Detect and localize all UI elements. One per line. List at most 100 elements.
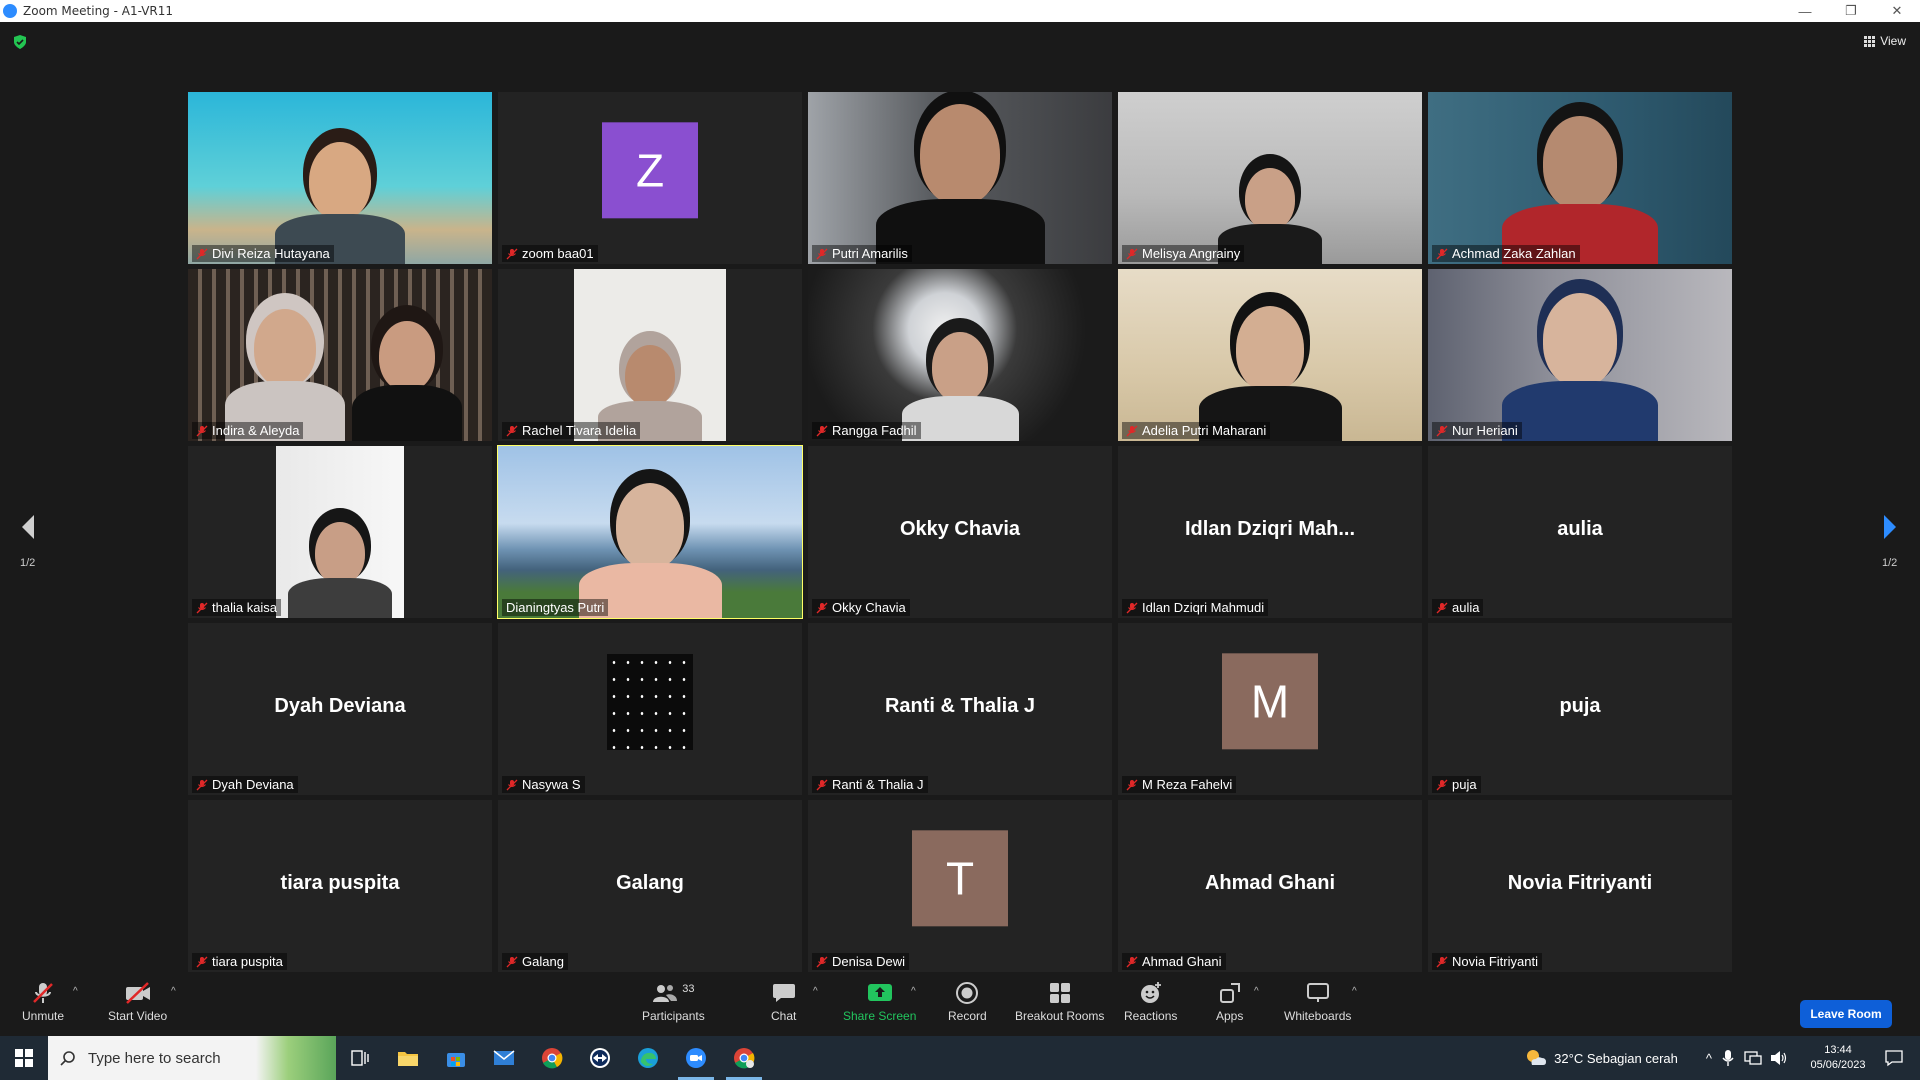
muted-mic-icon bbox=[506, 425, 518, 437]
previous-page-arrow-icon[interactable] bbox=[18, 512, 38, 542]
participant-tile[interactable]: tiara puspita tiara puspita bbox=[188, 800, 492, 972]
whiteboards-options-caret-icon[interactable]: ^ bbox=[1352, 986, 1357, 997]
participant-name: Dyah Deviana bbox=[212, 777, 294, 792]
participant-tile[interactable]: Novia Fitriyanti Novia Fitriyanti bbox=[1428, 800, 1732, 972]
muted-mic-icon bbox=[816, 248, 828, 260]
search-icon bbox=[60, 1051, 75, 1066]
participant-tile[interactable]: Indira & Aleyda bbox=[188, 269, 492, 441]
network-icon[interactable] bbox=[1744, 1050, 1762, 1066]
windows-start-icon[interactable] bbox=[0, 1036, 48, 1080]
participant-tile[interactable]: Galang Galang bbox=[498, 800, 802, 972]
edge-icon[interactable] bbox=[624, 1036, 672, 1080]
participant-name: tiara puspita bbox=[212, 954, 283, 969]
security-shield-icon[interactable] bbox=[12, 34, 28, 50]
participant-name: Okky Chavia bbox=[832, 600, 906, 615]
participant-name: Nur Heriani bbox=[1452, 423, 1518, 438]
task-view-icon[interactable] bbox=[336, 1036, 384, 1080]
leave-room-button[interactable]: Leave Room bbox=[1800, 1000, 1892, 1028]
participant-tile[interactable]: Adelia Putri Maharani bbox=[1118, 269, 1422, 441]
microsoft-store-icon[interactable] bbox=[432, 1036, 480, 1080]
participant-name: Nasywa S bbox=[522, 777, 581, 792]
apps-options-caret-icon[interactable]: ^ bbox=[1254, 986, 1259, 997]
record-button[interactable]: Record bbox=[948, 980, 987, 1023]
participant-tile[interactable]: Rachel Tivara Idelia bbox=[498, 269, 802, 441]
video-options-caret-icon[interactable]: ^ bbox=[171, 986, 176, 997]
windows-taskbar: Type here to search 32°C Sebagian cerah … bbox=[0, 1036, 1920, 1080]
chrome-icon[interactable] bbox=[528, 1036, 576, 1080]
participant-tile[interactable]: Idlan Dziqri Mah... Idlan Dziqri Mahmudi bbox=[1118, 446, 1422, 618]
video-feed bbox=[1118, 269, 1422, 441]
participant-tile[interactable]: puja puja bbox=[1428, 623, 1732, 795]
participant-nameplate: Ranti & Thalia J bbox=[812, 776, 928, 793]
show-hidden-icons-chevron-icon[interactable]: ^ bbox=[1706, 1051, 1712, 1066]
participant-tile[interactable]: thalia kaisa bbox=[188, 446, 492, 618]
avatar: M bbox=[1222, 653, 1318, 750]
audio-options-caret-icon[interactable]: ^ bbox=[73, 986, 78, 997]
mail-icon[interactable] bbox=[480, 1036, 528, 1080]
participant-tile[interactable]: Rangga Fadhil bbox=[808, 269, 1112, 441]
zoom-taskbar-icon[interactable] bbox=[672, 1036, 720, 1080]
taskbar-clock[interactable]: 13:44 05/06/2023 bbox=[1802, 1043, 1874, 1073]
video-feed bbox=[498, 446, 802, 618]
teamviewer-icon[interactable] bbox=[576, 1036, 624, 1080]
participant-nameplate: Dianingtyas Putri bbox=[502, 599, 609, 616]
page-indicator-right: 1/2 bbox=[1882, 557, 1898, 569]
weather-text[interactable]: 32°C Sebagian cerah bbox=[1554, 1051, 1678, 1066]
participant-display-name: Okky Chavia bbox=[899, 518, 1021, 541]
window-title: Zoom Meeting - A1-VR11 bbox=[23, 4, 174, 18]
apps-button[interactable]: Apps bbox=[1216, 980, 1243, 1023]
unmute-button[interactable]: Unmute bbox=[22, 980, 64, 1023]
participant-nameplate: Indira & Aleyda bbox=[192, 422, 304, 439]
muted-mic-icon bbox=[196, 602, 208, 614]
minimize-button[interactable]: — bbox=[1782, 0, 1828, 22]
participant-tile[interactable]: M M Reza Fahelvi bbox=[1118, 623, 1422, 795]
participant-tile[interactable]: Okky Chavia Okky Chavia bbox=[808, 446, 1112, 618]
participants-count: 33 bbox=[682, 983, 695, 995]
volume-icon[interactable] bbox=[1770, 1050, 1788, 1066]
file-explorer-icon[interactable] bbox=[384, 1036, 432, 1080]
share-screen-button[interactable]: Share Screen bbox=[843, 980, 916, 1023]
notifications-icon[interactable] bbox=[1884, 1049, 1904, 1067]
close-button[interactable]: ✕ bbox=[1874, 0, 1920, 22]
clock-date: 05/06/2023 bbox=[1810, 1059, 1866, 1071]
participant-tile[interactable]: Ahmad Ghani Ahmad Ghani bbox=[1118, 800, 1422, 972]
whiteboards-button[interactable]: Whiteboards bbox=[1284, 980, 1351, 1023]
participant-tile[interactable]: Zzoom baa01 bbox=[498, 92, 802, 264]
participant-grid: Divi Reiza Hutayana Zzoom baa01 Putri Amar… bbox=[188, 92, 1733, 977]
participant-tile[interactable]: Nur Heriani bbox=[1428, 269, 1732, 441]
participant-tile[interactable]: T Denisa Dewi bbox=[808, 800, 1112, 972]
participant-tile[interactable]: Melisya Angrainy bbox=[1118, 92, 1422, 264]
microphone-tray-icon[interactable] bbox=[1722, 1049, 1734, 1067]
muted-mic-icon bbox=[506, 248, 518, 260]
chat-button[interactable]: Chat bbox=[771, 980, 796, 1023]
chrome-profile-taskbar-icon[interactable] bbox=[720, 1036, 768, 1080]
clock-time: 13:44 bbox=[1824, 1044, 1852, 1056]
participant-tile[interactable]: Putri Amarilis bbox=[808, 92, 1112, 264]
start-video-button[interactable]: Start Video bbox=[108, 980, 167, 1023]
taskbar-search-box[interactable]: Type here to search bbox=[48, 1036, 336, 1080]
breakout-rooms-button[interactable]: Breakout Rooms bbox=[1015, 980, 1104, 1023]
next-page-arrow-icon[interactable] bbox=[1880, 512, 1900, 542]
participant-tile[interactable]: Dianingtyas Putri bbox=[497, 445, 803, 619]
participants-button[interactable]: 33 Participants bbox=[642, 980, 705, 1023]
participant-tile[interactable]: Achmad Zaka Zahlan bbox=[1428, 92, 1732, 264]
share-options-caret-icon[interactable]: ^ bbox=[911, 986, 916, 997]
participant-name: Idlan Dziqri Mahmudi bbox=[1142, 600, 1265, 615]
participant-tile[interactable]: aulia aulia bbox=[1428, 446, 1732, 618]
participant-tile[interactable]: Dyah Deviana Dyah Deviana bbox=[188, 623, 492, 795]
weather-icon[interactable] bbox=[1524, 1047, 1548, 1069]
muted-mic-icon bbox=[1126, 956, 1138, 968]
share-screen-icon bbox=[867, 984, 892, 1001]
participant-name: Novia Fitriyanti bbox=[1452, 954, 1538, 969]
participant-tile[interactable]: Divi Reiza Hutayana bbox=[188, 92, 492, 264]
smiley-plus-icon bbox=[1140, 982, 1161, 1003]
participant-display-name: aulia bbox=[1557, 518, 1603, 541]
view-button[interactable]: View bbox=[1864, 34, 1906, 48]
reactions-button[interactable]: Reactions bbox=[1124, 980, 1177, 1023]
participant-tile[interactable]: Ranti & Thalia J Ranti & Thalia J bbox=[808, 623, 1112, 795]
muted-microphone-icon bbox=[33, 983, 53, 1003]
restore-button[interactable]: ❐ bbox=[1828, 0, 1874, 22]
participant-tile[interactable]: Nasywa S bbox=[498, 623, 802, 795]
chat-options-caret-icon[interactable]: ^ bbox=[813, 986, 818, 997]
participant-nameplate: Nur Heriani bbox=[1432, 422, 1522, 439]
